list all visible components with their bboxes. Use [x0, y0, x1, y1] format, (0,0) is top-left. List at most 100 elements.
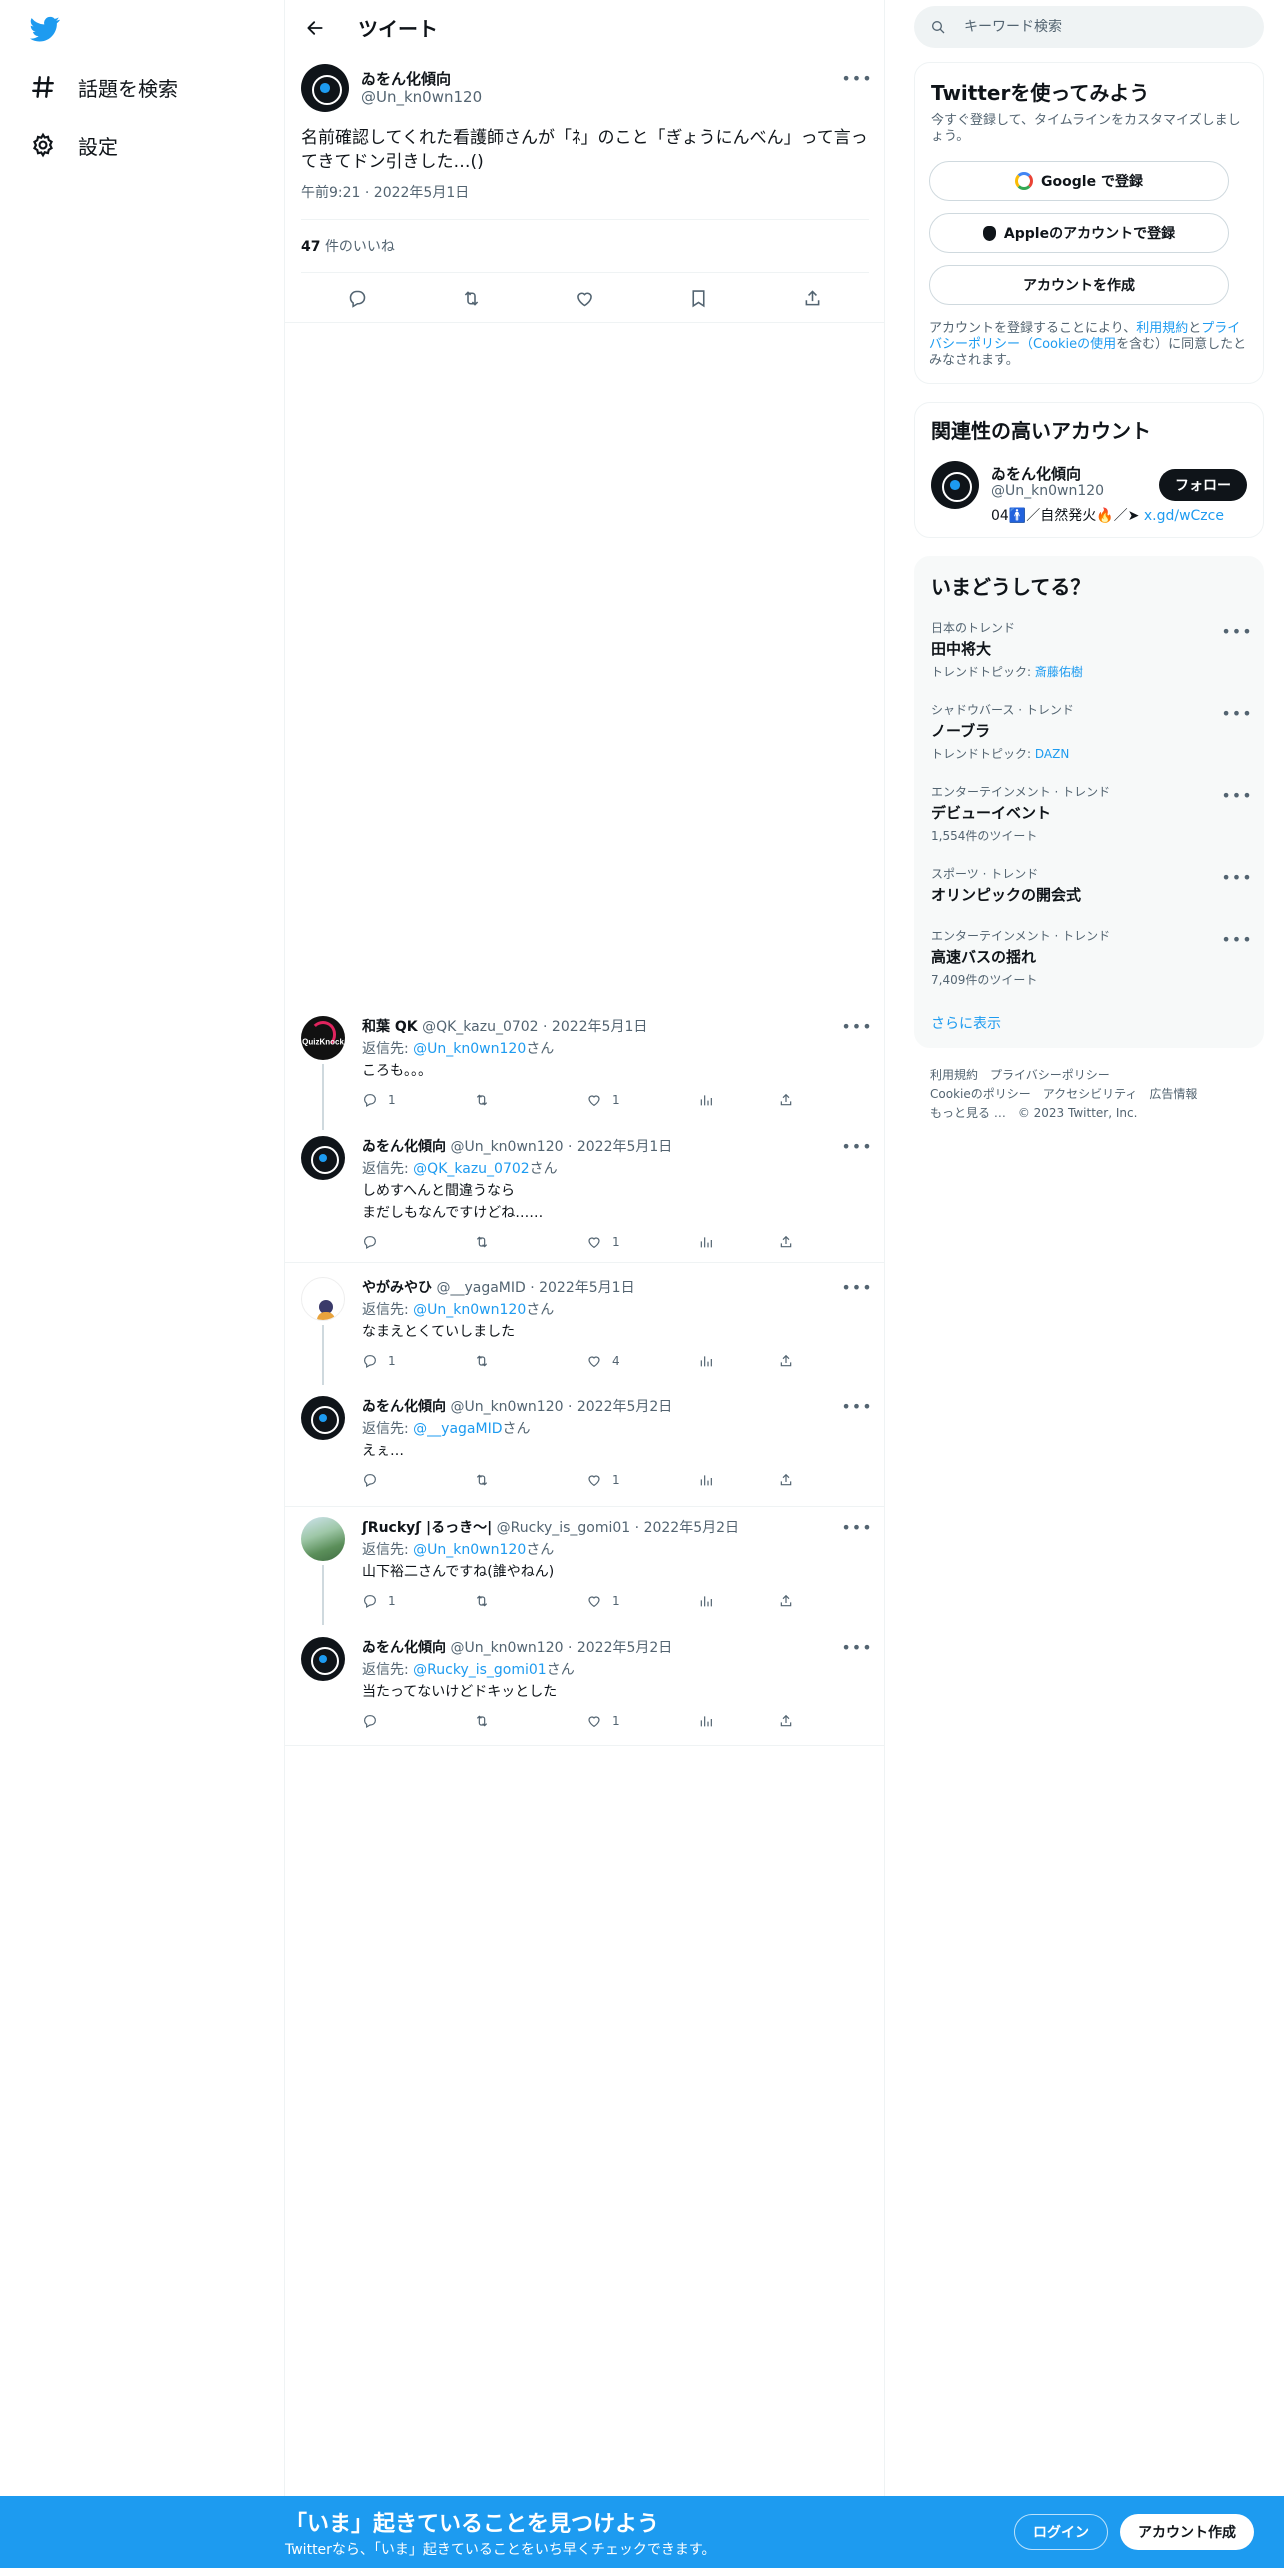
footer-privacy-link[interactable]: プライバシーポリシー — [990, 1068, 1110, 1082]
more-dots-icon[interactable]: ••• — [841, 1134, 871, 1158]
footer-more-link[interactable]: もっと見る … — [930, 1106, 1006, 1120]
trend-related-link[interactable]: 斎藤佑樹 — [1035, 665, 1083, 679]
reply-author-name[interactable]: ゐをん化傾向 — [362, 1139, 446, 1155]
more-dots-icon[interactable]: ••• — [1221, 783, 1251, 807]
reply-button[interactable]: 1 — [362, 1092, 474, 1108]
like-button[interactable]: 4 — [586, 1353, 698, 1369]
share-button[interactable] — [778, 1234, 794, 1250]
more-dots-icon[interactable]: ••• — [841, 1014, 871, 1038]
more-dots-icon[interactable]: ••• — [1221, 701, 1251, 725]
trend-item[interactable]: スポーツ · トレンド オリンピックの開会式 ••• — [931, 865, 1252, 905]
avatar[interactable] — [301, 1396, 345, 1440]
views-button[interactable] — [698, 1713, 778, 1729]
retweet-button[interactable] — [474, 1713, 586, 1729]
share-button[interactable] — [795, 281, 829, 315]
reply-tweet[interactable]: ゐをん化傾向 @Un_kn0wn120 · 2022年5月2日 ••• 返信先: @… — [285, 1637, 885, 1747]
footer-accessibility-link[interactable]: アクセシビリティ — [1043, 1087, 1138, 1101]
views-button[interactable] — [698, 1353, 778, 1369]
reply-meta[interactable]: @Un_kn0wn120 · 2022年5月2日 — [450, 1399, 672, 1415]
share-button[interactable] — [778, 1713, 794, 1729]
reply-tweet[interactable]: ゐをん化傾向 @Un_kn0wn120 · 2022年5月1日 ••• 返信先: @… — [285, 1134, 885, 1250]
reply-to-link[interactable]: @__yagaMID — [413, 1421, 502, 1437]
views-button[interactable] — [698, 1472, 778, 1488]
reply-author-name[interactable]: ゐをん化傾向 — [362, 1640, 446, 1656]
avatar[interactable] — [301, 1637, 345, 1681]
author-name[interactable]: ゐをん化傾向 — [361, 68, 451, 89]
reply-to-link[interactable]: @Rucky_is_gomi01 — [413, 1662, 547, 1678]
show-more-link[interactable]: さらに表示 — [931, 1013, 1001, 1033]
search-input[interactable] — [964, 19, 1234, 35]
more-dots-icon[interactable]: ••• — [841, 66, 871, 90]
tweet-timestamp[interactable]: 午前9:21 · 2022年5月1日 — [301, 182, 469, 202]
like-button[interactable]: 1 — [586, 1593, 698, 1609]
reply-tweet[interactable]: やがみやひ @__yagaMID · 2022年5月1日 ••• 返信先: @Un_… — [285, 1277, 885, 1387]
share-button[interactable] — [778, 1092, 794, 1108]
like-button[interactable]: 1 — [586, 1472, 698, 1488]
likes-count[interactable]: 47 件のいいね — [301, 236, 395, 256]
views-button[interactable] — [698, 1234, 778, 1250]
footer-cookie-link[interactable]: Cookieのポリシー — [930, 1087, 1031, 1101]
more-dots-icon[interactable]: ••• — [841, 1275, 871, 1299]
like-button[interactable]: 1 — [586, 1234, 698, 1250]
follow-button[interactable]: フォロー — [1159, 469, 1247, 501]
retweet-button[interactable] — [474, 1593, 586, 1609]
reply-to-link[interactable]: @Un_kn0wn120 — [413, 1041, 526, 1057]
reply-author-name[interactable]: ʃRuckyʃ |るっき〜| — [362, 1520, 492, 1536]
share-button[interactable] — [778, 1472, 794, 1488]
twitter-bird-icon[interactable] — [28, 14, 62, 44]
trend-item[interactable]: エンターテインメント · トレンド 高速バスの揺れ 7,409件のツイート ••• — [931, 927, 1252, 988]
more-dots-icon[interactable]: ••• — [841, 1635, 871, 1659]
bookmark-button[interactable] — [682, 281, 716, 315]
footer-ads-link[interactable]: 広告情報 — [1149, 1087, 1197, 1101]
related-account-handle[interactable]: @Un_kn0wn120 — [991, 483, 1104, 499]
like-button[interactable] — [568, 281, 602, 315]
related-account-name[interactable]: ゐをん化傾向 — [991, 463, 1081, 484]
like-button[interactable]: 1 — [586, 1092, 698, 1108]
footer-terms-link[interactable]: 利用規約 — [930, 1068, 978, 1082]
avatar[interactable] — [301, 1136, 345, 1180]
retweet-button[interactable] — [474, 1234, 586, 1250]
trend-item[interactable]: エンターテインメント · トレンド デビューイベント 1,554件のツイート ••• — [931, 783, 1252, 844]
apple-signup-button[interactable]: Appleのアカウントで登録 — [929, 213, 1229, 253]
reply-button[interactable] — [362, 1234, 474, 1250]
terms-link[interactable]: 利用規約 — [1136, 321, 1188, 336]
more-dots-icon[interactable]: ••• — [841, 1394, 871, 1418]
like-button[interactable]: 1 — [586, 1713, 698, 1729]
reply-tweet[interactable]: QuizKnock 和葉 QK @QK_kazu_0702 · 2022年5月1日… — [285, 1014, 885, 1130]
retweet-button[interactable] — [454, 281, 488, 315]
author-handle[interactable]: @Un_kn0wn120 — [361, 88, 482, 106]
avatar[interactable] — [301, 64, 349, 112]
back-button[interactable] — [297, 10, 333, 46]
share-button[interactable] — [778, 1593, 794, 1609]
reply-button[interactable]: 1 — [362, 1353, 474, 1369]
more-dots-icon[interactable]: ••• — [1221, 927, 1251, 951]
reply-meta[interactable]: @Un_kn0wn120 · 2022年5月1日 — [450, 1139, 672, 1155]
share-button[interactable] — [778, 1353, 794, 1369]
reply-meta[interactable]: @Rucky_is_gomi01 · 2022年5月2日 — [497, 1520, 739, 1536]
avatar[interactable] — [301, 1277, 345, 1321]
avatar[interactable] — [931, 461, 979, 509]
avatar[interactable] — [301, 1517, 345, 1561]
login-button[interactable]: ログイン — [1014, 2514, 1108, 2550]
more-dots-icon[interactable]: ••• — [841, 1515, 871, 1539]
more-dots-icon[interactable]: ••• — [1221, 865, 1251, 889]
views-button[interactable] — [698, 1593, 778, 1609]
trend-item[interactable]: シャドウバース · トレンド ノーブラ トレンドトピック: DAZN ••• — [931, 701, 1252, 762]
signup-button[interactable]: アカウント作成 — [1120, 2514, 1254, 2550]
retweet-button[interactable] — [474, 1092, 586, 1108]
reply-button[interactable] — [362, 1472, 474, 1488]
google-signup-button[interactable]: Google で登録 — [929, 161, 1229, 201]
reply-button[interactable] — [341, 281, 375, 315]
views-button[interactable] — [698, 1092, 778, 1108]
bio-link[interactable]: x.gd/wCzce — [1144, 508, 1224, 524]
trend-item[interactable]: 日本のトレンド 田中将大 トレンドトピック: 斎藤佑樹 ••• — [931, 619, 1252, 680]
reply-meta[interactable]: @QK_kazu_0702 · 2022年5月1日 — [422, 1019, 647, 1035]
reply-author-name[interactable]: 和葉 QK — [362, 1019, 418, 1035]
reply-button[interactable]: 1 — [362, 1593, 474, 1609]
more-dots-icon[interactable]: ••• — [1221, 619, 1251, 643]
reply-tweet[interactable]: ʃRuckyʃ |るっき〜| @Rucky_is_gomi01 · 2022年5… — [285, 1517, 885, 1627]
trend-related-link[interactable]: DAZN — [1035, 747, 1069, 761]
reply-button[interactable] — [362, 1713, 474, 1729]
retweet-button[interactable] — [474, 1353, 586, 1369]
retweet-button[interactable] — [474, 1472, 586, 1488]
